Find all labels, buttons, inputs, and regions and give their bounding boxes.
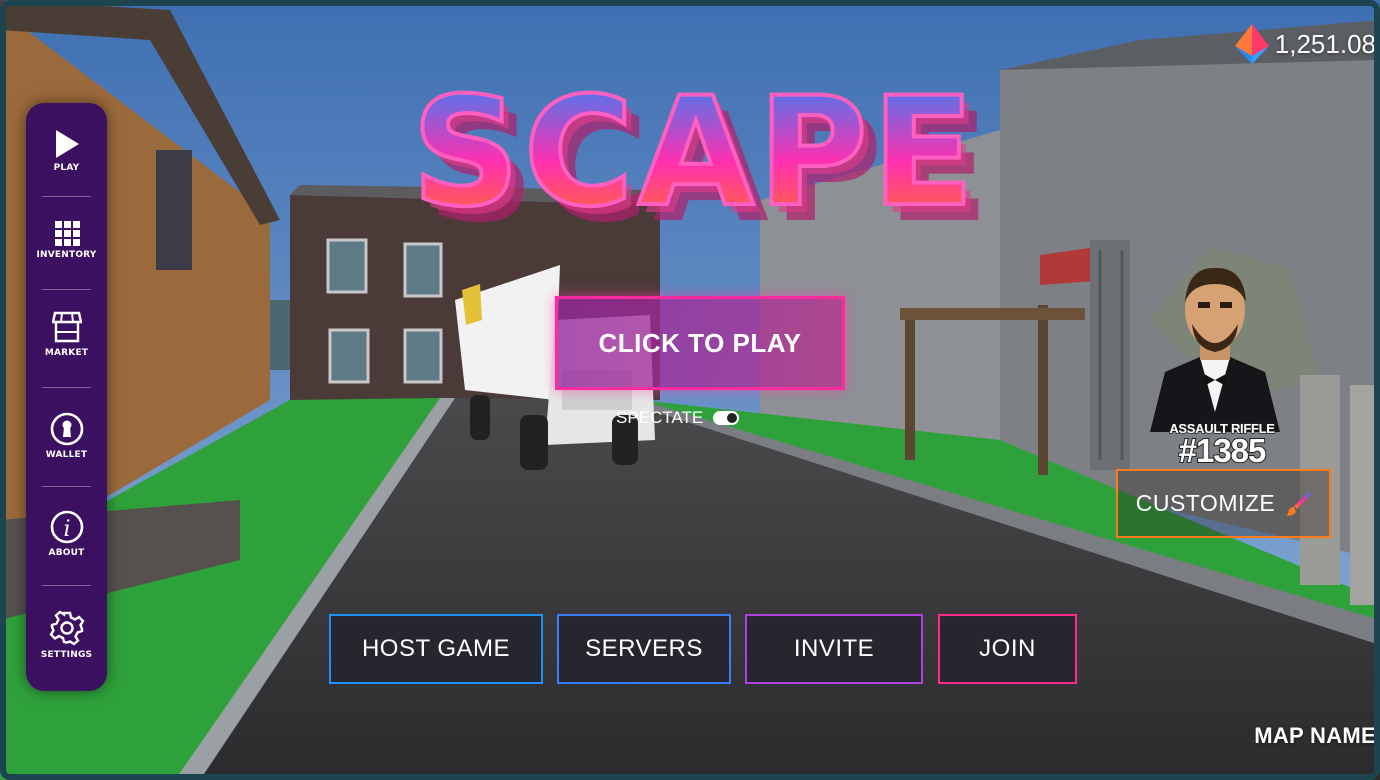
sidebar-item-settings[interactable]: SETTINGS — [26, 610, 107, 660]
customize-button[interactable]: CUSTOMIZE — [1116, 469, 1331, 538]
info-icon: i — [50, 510, 83, 544]
keyhole-icon — [50, 412, 83, 446]
customize-label: CUSTOMIZE — [1135, 490, 1276, 516]
sidebar-item-label: SETTINGS — [40, 650, 93, 660]
invite-button[interactable]: INVITE — [745, 614, 923, 684]
play-icon — [55, 130, 79, 158]
servers-button[interactable]: SERVERS — [557, 614, 731, 684]
divider — [42, 585, 91, 586]
map-name: MAP NAME — [1254, 723, 1376, 748]
scape-logo: SCAPE SCAPE SCAPE — [410, 64, 990, 234]
gear-icon — [48, 610, 85, 646]
sidebar: PLAY INVENTORY MARKET WALLET i ABOUT SET… — [26, 103, 107, 691]
token-icon — [1234, 24, 1269, 64]
sidebar-item-label: PLAY — [53, 163, 80, 173]
paintbrush-icon — [1287, 491, 1312, 516]
sidebar-item-label: INVENTORY — [36, 250, 97, 260]
divider — [42, 289, 91, 290]
weapon-number: #1385 — [1178, 431, 1268, 470]
grid-icon — [54, 221, 80, 246]
sidebar-item-label: ABOUT — [48, 548, 85, 558]
game-scene: SCAPE SCAPE SCAPE 1,251.08 PLAY INVENTOR… — [0, 0, 1380, 780]
svg-text:i: i — [63, 517, 70, 542]
sidebar-item-label: WALLET — [45, 450, 88, 460]
sidebar-item-label: MARKET — [44, 348, 89, 358]
sidebar-item-inventory[interactable]: INVENTORY — [26, 220, 107, 260]
click-to-play-button[interactable]: CLICK TO PLAY — [555, 296, 845, 390]
balance-display: 1,251.08 — [1234, 24, 1376, 64]
divider — [42, 486, 91, 487]
spectate-control: SPECTATE — [616, 408, 740, 428]
sidebar-item-about[interactable]: i ABOUT — [26, 510, 107, 558]
divider — [42, 196, 91, 197]
host-game-button[interactable]: HOST GAME — [329, 614, 543, 684]
logo-text: SCAPE — [412, 66, 979, 234]
sidebar-item-play[interactable]: PLAY — [26, 129, 107, 173]
sidebar-item-wallet[interactable]: WALLET — [26, 412, 107, 460]
character-avatar[interactable] — [1140, 262, 1290, 432]
join-button[interactable]: JOIN — [938, 614, 1077, 684]
store-icon — [51, 311, 82, 343]
spectate-label: SPECTATE — [616, 408, 704, 427]
divider — [42, 387, 91, 388]
sidebar-item-market[interactable]: MARKET — [26, 310, 107, 358]
spectate-toggle[interactable] — [713, 411, 740, 425]
balance-amount: 1,251.08 — [1274, 28, 1376, 59]
